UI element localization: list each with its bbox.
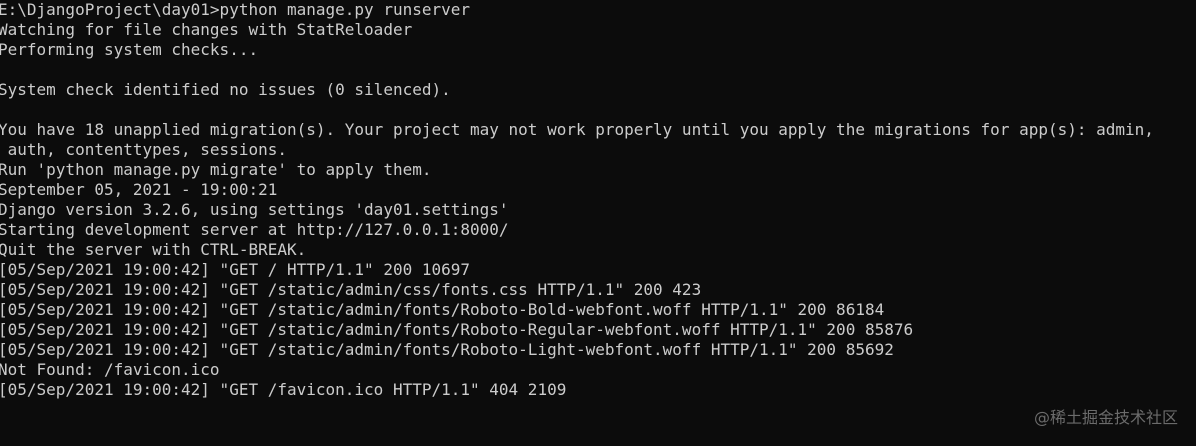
terminal-line: You have 18 unapplied migration(s). Your…: [0, 120, 1154, 139]
terminal-line: [05/Sep/2021 19:00:42] "GET /static/admi…: [0, 340, 894, 359]
terminal-line: System check identified no issues (0 sil…: [0, 80, 451, 99]
terminal-line: E:\DjangoProject\day01>python manage.py …: [0, 0, 471, 19]
terminal-line: Run 'python manage.py migrate' to apply …: [0, 160, 432, 179]
terminal-line: auth, contenttypes, sessions.: [0, 140, 287, 159]
terminal-line: September 05, 2021 - 19:00:21: [0, 180, 278, 199]
watermark: @稀土掘金技术社区: [1033, 408, 1178, 427]
terminal-line: Not Found: /favicon.ico: [0, 360, 220, 379]
terminal-line: [05/Sep/2021 19:00:42] "GET /static/admi…: [0, 300, 885, 319]
terminal-line: [05/Sep/2021 19:00:42] "GET / HTTP/1.1" …: [0, 260, 471, 279]
terminal-line: [05/Sep/2021 19:00:42] "GET /static/admi…: [0, 280, 702, 299]
terminal-line: Watching for file changes with StatReloa…: [0, 20, 413, 39]
terminal-line: Quit the server with CTRL-BREAK.: [0, 240, 307, 259]
terminal-line: Django version 3.2.6, using settings 'da…: [0, 200, 509, 219]
terminal-line: Performing system checks...: [0, 40, 259, 59]
terminal-window[interactable]: E:\DjangoProject\day01>python manage.py …: [0, 0, 1196, 446]
terminal-line: Starting development server at http://12…: [0, 220, 509, 239]
terminal-line: [05/Sep/2021 19:00:42] "GET /favicon.ico…: [0, 380, 567, 399]
terminal-line: [05/Sep/2021 19:00:42] "GET /static/admi…: [0, 320, 914, 339]
